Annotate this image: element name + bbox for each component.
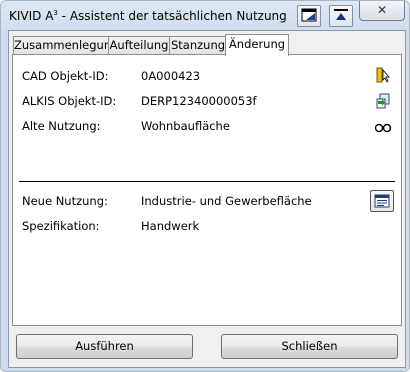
close-window-button[interactable]: ✕ [359, 1, 405, 21]
execute-button[interactable]: Ausführen [16, 334, 193, 359]
cad-id-value: 0A000423 [141, 69, 201, 83]
pin-top-icon[interactable] [329, 5, 353, 27]
tab-stanzung[interactable]: Stanzung [169, 36, 227, 54]
old-usage-label: Alte Nutzung: [22, 119, 101, 133]
new-usage-label: Neue Nutzung: [22, 194, 108, 208]
window-title: KIVID A3 - Assistent der tatsächlichen N… [9, 9, 287, 23]
app-window: KIVID A3 - Assistent der tatsächlichen N… [0, 0, 410, 372]
choose-usage-icon [374, 194, 390, 208]
view-glasses-icon[interactable] [374, 123, 392, 136]
client-area: Zusammenlegung Aufteilung Stanzung Änder… [8, 30, 406, 368]
close-button[interactable]: Schließen [221, 334, 398, 359]
tab-aenderung[interactable]: Änderung [225, 34, 289, 56]
specification-label: Spezifikation: [22, 219, 100, 233]
alkis-id-label: ALKIS Objekt-ID: [22, 94, 117, 108]
tab-panel-aenderung: CAD Objekt-ID: 0A000423 ALKIS Objekt-ID:… [12, 54, 402, 326]
tab-zusammenlegung[interactable]: Zusammenlegung [13, 36, 118, 54]
old-usage-value: Wohnbaufläche [141, 119, 230, 133]
title-bar[interactable]: KIVID A3 - Assistent der tatsächlichen N… [1, 1, 409, 31]
specification-value: Handwerk [141, 219, 200, 233]
alkis-id-value: DERP12340000053f [141, 94, 257, 108]
select-object-icon[interactable] [375, 67, 391, 86]
tab-aufteilung[interactable]: Aufteilung [108, 36, 170, 54]
close-icon: ✕ [376, 3, 388, 17]
choose-usage-button[interactable] [370, 190, 394, 212]
section-divider [19, 181, 395, 182]
cad-id-label: CAD Objekt-ID: [22, 69, 109, 83]
new-usage-value: Industrie- und Gewerbefläche [141, 194, 312, 208]
window-mode-icon[interactable] [297, 5, 321, 27]
copy-id-icon[interactable] [375, 93, 391, 112]
